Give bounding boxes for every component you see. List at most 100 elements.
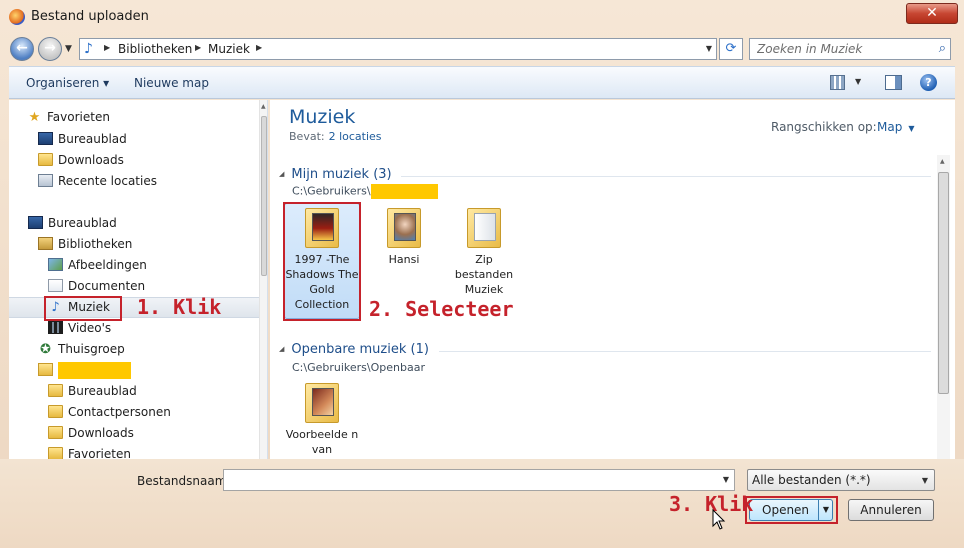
arrow-right-icon: → bbox=[44, 40, 56, 56]
album-cover-thumbnail bbox=[312, 388, 334, 416]
sidebar-item-documenten[interactable]: Documenten bbox=[48, 276, 145, 297]
sidebar-item-label: Thuisgroep bbox=[58, 342, 125, 356]
help-icon[interactable]: ? bbox=[920, 74, 937, 91]
mouse-cursor-icon bbox=[712, 509, 726, 530]
sidebar-item-videos[interactable]: Video's bbox=[48, 318, 111, 339]
search-icon[interactable]: ⌕ bbox=[939, 41, 946, 56]
title-bar: Bestand uploaden ✕ bbox=[0, 0, 964, 34]
scroll-up-icon[interactable]: ▲ bbox=[940, 158, 945, 165]
group-title: Mijn muziek (3) bbox=[291, 167, 392, 182]
sidebar-item-contactpersonen[interactable]: Contactpersonen bbox=[48, 402, 171, 423]
document-thumbnail bbox=[474, 213, 496, 241]
sidebar-item-thuisgroep[interactable]: ✪ Thuisgroep bbox=[38, 339, 125, 360]
sidebar-item-label: Bureaublad bbox=[48, 216, 117, 230]
folder-icon bbox=[48, 426, 63, 439]
sidebar-item-user-folder[interactable] bbox=[38, 360, 131, 381]
music-library-icon: ♪ bbox=[84, 41, 93, 57]
sidebar-item-label: Favorieten bbox=[47, 110, 110, 124]
sidebar-item-label: Afbeeldingen bbox=[68, 258, 147, 272]
address-bar[interactable]: ♪ ▶ Bibliotheken ▶ Muziek ▶ ▼ bbox=[79, 38, 717, 60]
scroll-up-icon[interactable]: ▲ bbox=[261, 103, 266, 110]
view-options-dropdown-icon[interactable]: ▼ bbox=[855, 77, 861, 86]
content-scrollbar[interactable]: ▲ bbox=[937, 155, 950, 459]
sidebar-item-label: Video's bbox=[68, 321, 112, 335]
annotation-box-muziek bbox=[44, 296, 122, 321]
library-title: Muziek bbox=[289, 106, 356, 128]
organize-button[interactable]: Organiseren ▾ bbox=[26, 76, 109, 90]
sidebar-item-label: Contactpersonen bbox=[68, 405, 171, 419]
sidebar-item-label: Recente locaties bbox=[58, 174, 157, 188]
content-pane: Muziek Bevat: 2 locaties Rangschikken op:… bbox=[270, 100, 955, 459]
window-title: Bestand uploaden bbox=[31, 9, 149, 24]
address-history-dropdown-icon[interactable]: ▼ bbox=[706, 44, 712, 53]
sidebar-item-recente-locaties[interactable]: Recente locaties bbox=[38, 171, 157, 192]
library-locations-link[interactable]: 2 locaties bbox=[329, 130, 382, 143]
sidebar-item-label: Bureaublad bbox=[68, 384, 137, 398]
cancel-button[interactable]: Annuleren bbox=[848, 499, 934, 521]
arrange-by-dropdown[interactable]: Map ▼ bbox=[877, 120, 914, 134]
redacted-path-segment bbox=[370, 184, 438, 199]
change-view-icon[interactable] bbox=[830, 75, 845, 90]
sidebar-item-user-bureaublad[interactable]: Bureaublad bbox=[48, 381, 137, 402]
filetype-value: Alle bestanden (*.*) bbox=[752, 473, 871, 487]
navigation-scroll-thumb[interactable] bbox=[261, 116, 267, 276]
close-button[interactable]: ✕ bbox=[906, 3, 958, 24]
sidebar-item-label: Favorieten bbox=[68, 447, 131, 459]
album-folder-icon bbox=[387, 208, 421, 248]
arrange-by-value: Map bbox=[877, 120, 903, 134]
sidebar-item-bureaublad[interactable]: Bureaublad bbox=[38, 129, 127, 150]
navigation-row: ← → ▼ ♪ ▶ Bibliotheken ▶ Muziek ▶ ▼ ⟳ ⌕ bbox=[0, 34, 964, 64]
includes-label: Bevat: bbox=[289, 130, 325, 143]
library-includes: Bevat: 2 locaties bbox=[289, 130, 382, 143]
sidebar-item-downloads[interactable]: Downloads bbox=[38, 150, 124, 171]
refresh-icon: ⟳ bbox=[725, 41, 737, 56]
breadcrumb-separator-icon[interactable]: ▶ bbox=[104, 43, 110, 52]
breadcrumb-separator-icon[interactable]: ▶ bbox=[195, 43, 201, 52]
filename-history-dropdown-icon[interactable]: ▼ bbox=[723, 475, 729, 484]
annotation-box-open bbox=[745, 496, 838, 524]
back-button[interactable]: ← bbox=[10, 37, 34, 61]
file-tile-voorbeelden[interactable]: Voorbeelde n van bbox=[284, 383, 360, 457]
folder-icon bbox=[38, 153, 53, 166]
sidebar-item-label: Bureaublad bbox=[58, 132, 127, 146]
filetype-select[interactable]: Alle bestanden (*.*) ▼ bbox=[747, 469, 935, 491]
collapse-group-icon: ◢ bbox=[279, 170, 285, 178]
annotation-step-2: 2. Selecteer bbox=[369, 297, 514, 321]
arrange-by-label: Rangschikken op: bbox=[771, 120, 877, 134]
sidebar-item-user-downloads[interactable]: Downloads bbox=[48, 423, 134, 444]
chevron-down-icon: ▼ bbox=[921, 476, 928, 485]
close-icon: ✕ bbox=[926, 5, 938, 21]
folder-icon bbox=[48, 447, 63, 459]
breadcrumb-bibliotheken[interactable]: Bibliotheken bbox=[118, 42, 192, 56]
recent-places-icon bbox=[38, 174, 53, 187]
new-folder-button[interactable]: Nieuwe map bbox=[134, 76, 209, 90]
sidebar-item-afbeeldingen[interactable]: Afbeeldingen bbox=[48, 255, 147, 276]
sidebar-item-label: Downloads bbox=[58, 153, 124, 167]
file-tile-hansi[interactable]: Hansi bbox=[366, 208, 442, 267]
group-title: Openbare muziek (1) bbox=[291, 342, 429, 357]
filename-field: ▼ bbox=[223, 469, 735, 491]
annotation-step-1: 1. Klik bbox=[137, 295, 222, 319]
file-tile-label: Hansi bbox=[388, 253, 420, 266]
filename-input[interactable] bbox=[224, 470, 714, 490]
file-tile-zip[interactable]: Zip bestanden Muziek bbox=[446, 208, 522, 297]
content-scroll-thumb[interactable] bbox=[938, 172, 949, 394]
recent-pages-dropdown-icon[interactable]: ▼ bbox=[65, 44, 72, 54]
arrow-left-icon: ← bbox=[16, 40, 28, 56]
breadcrumb-muziek[interactable]: Muziek bbox=[208, 42, 250, 56]
sidebar-item-bureaublad-root[interactable]: Bureaublad bbox=[28, 213, 117, 234]
group-header-openbare-muziek[interactable]: ◢ Openbare muziek (1) bbox=[279, 342, 429, 357]
video-icon bbox=[48, 321, 63, 334]
forward-button[interactable]: → bbox=[38, 37, 62, 61]
desktop-icon bbox=[28, 216, 43, 229]
sidebar-item-bibliotheken[interactable]: Bibliotheken bbox=[38, 234, 132, 255]
refresh-button[interactable]: ⟳ bbox=[719, 38, 743, 60]
group-header-mijn-muziek[interactable]: ◢ Mijn muziek (3) bbox=[279, 167, 392, 182]
search-input[interactable] bbox=[750, 39, 928, 59]
sidebar-item-favorieten[interactable]: ★ Favorieten bbox=[27, 107, 110, 128]
preview-pane-icon[interactable] bbox=[885, 75, 902, 90]
search-box: ⌕ bbox=[749, 38, 951, 60]
breadcrumb-separator-icon[interactable]: ▶ bbox=[256, 43, 262, 52]
sidebar-item-user-favorieten[interactable]: Favorieten bbox=[48, 444, 131, 459]
navigation-scrollbar[interactable]: ▲ bbox=[259, 100, 267, 459]
